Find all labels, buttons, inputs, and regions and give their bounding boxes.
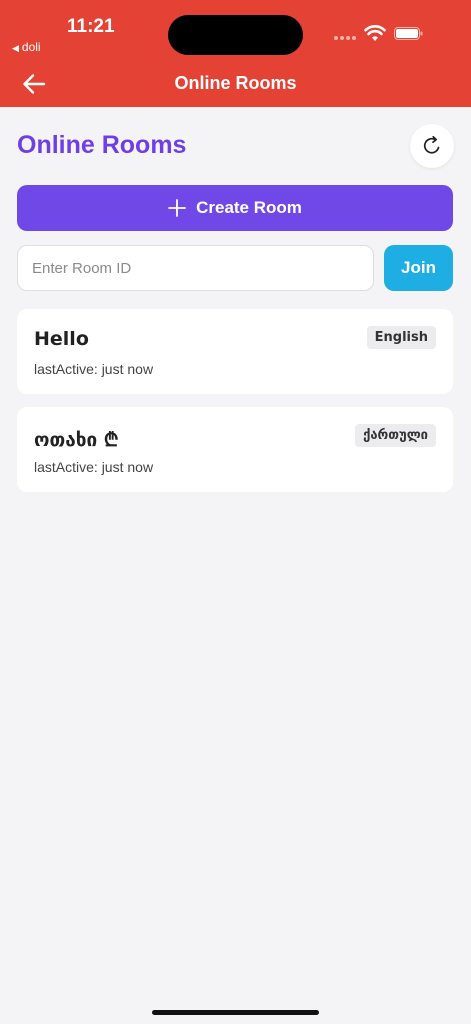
room-name: ოთახი ₾ [34,429,119,451]
cellular-signal-icon [334,36,358,42]
refresh-icon [423,135,440,154]
status-time: 11:21 [67,16,115,37]
back-triangle-icon: ◀ [12,43,19,53]
room-card[interactable]: ოთახი ₾ ქართული lastActive: just now [17,407,453,492]
room-language-badge: English [366,326,436,349]
back-to-app-link[interactable]: ◀ doli [12,40,41,54]
room-card[interactable]: Hello English lastActive: just now [17,309,453,394]
app-header: 11:21 ◀ doli Online Rooms [0,0,471,107]
home-indicator[interactable] [152,1010,319,1015]
room-last-active: lastActive: just now [34,361,154,377]
plus-icon [168,199,186,217]
dynamic-island [168,15,303,55]
back-app-label: doli [21,40,41,54]
page-title: Online Rooms [17,131,187,159]
join-button[interactable]: Join [384,245,453,291]
nav-title: Online Rooms [174,73,297,93]
room-name: Hello [34,328,89,350]
refresh-button[interactable] [410,124,454,168]
create-room-button[interactable]: Create Room [17,185,453,231]
join-label: Join [401,258,436,277]
room-id-input[interactable] [17,245,374,291]
wifi-icon [364,25,386,41]
battery-icon [394,27,423,40]
room-language-badge: ქართული [355,424,436,447]
room-last-active: lastActive: just now [34,459,154,475]
create-room-label: Create Room [196,198,302,217]
